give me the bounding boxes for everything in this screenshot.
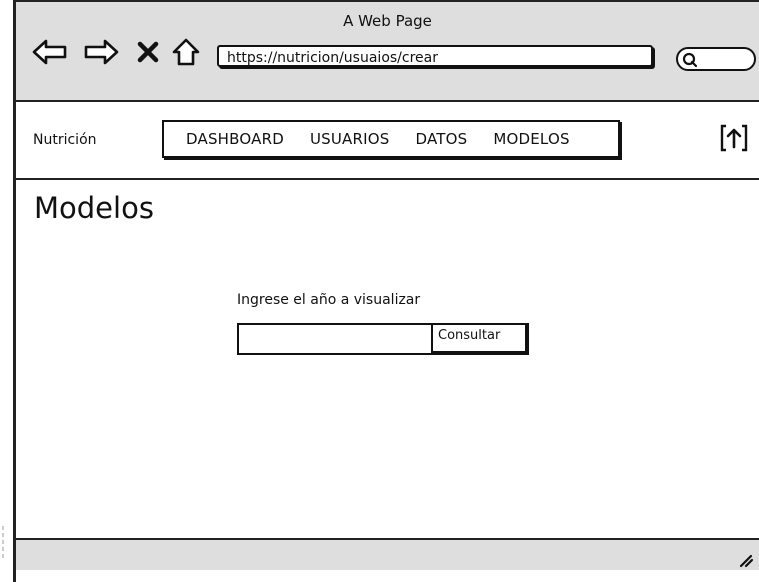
- page-title: Modelos: [34, 191, 154, 225]
- menu-item-modelos[interactable]: MODELOS: [493, 130, 569, 148]
- browser-titlebar: A Web Page https://nutricion/usuaios/cre…: [16, 2, 759, 102]
- app-navbar: Nutrición DASHBOARD USUARIOS DATOS MODEL…: [16, 102, 759, 180]
- year-input[interactable]: [237, 323, 433, 355]
- upload-icon[interactable]: [718, 122, 750, 154]
- resize-grip-icon[interactable]: [737, 550, 755, 568]
- browser-search-box[interactable]: [676, 47, 756, 71]
- close-icon[interactable]: [135, 38, 161, 66]
- browser-statusbar: [16, 538, 759, 570]
- main-menu: DASHBOARD USUARIOS DATOS MODELOS: [162, 120, 620, 158]
- back-icon[interactable]: [31, 38, 69, 66]
- search-icon: [682, 52, 698, 68]
- menu-item-datos[interactable]: DATOS: [415, 130, 467, 148]
- brand-label: Nutrición: [33, 132, 97, 148]
- address-bar[interactable]: https://nutricion/usuaios/crear: [217, 45, 653, 67]
- home-icon[interactable]: [169, 38, 203, 66]
- consultar-button[interactable]: Consultar: [431, 323, 529, 355]
- edge-mark: [2, 526, 4, 560]
- forward-icon[interactable]: [82, 38, 120, 66]
- menu-item-usuarios[interactable]: USUARIOS: [310, 130, 390, 148]
- window-title: A Web Page: [343, 12, 432, 30]
- year-prompt-label: Ingrese el año a visualizar: [237, 292, 421, 308]
- menu-item-dashboard[interactable]: DASHBOARD: [186, 130, 284, 148]
